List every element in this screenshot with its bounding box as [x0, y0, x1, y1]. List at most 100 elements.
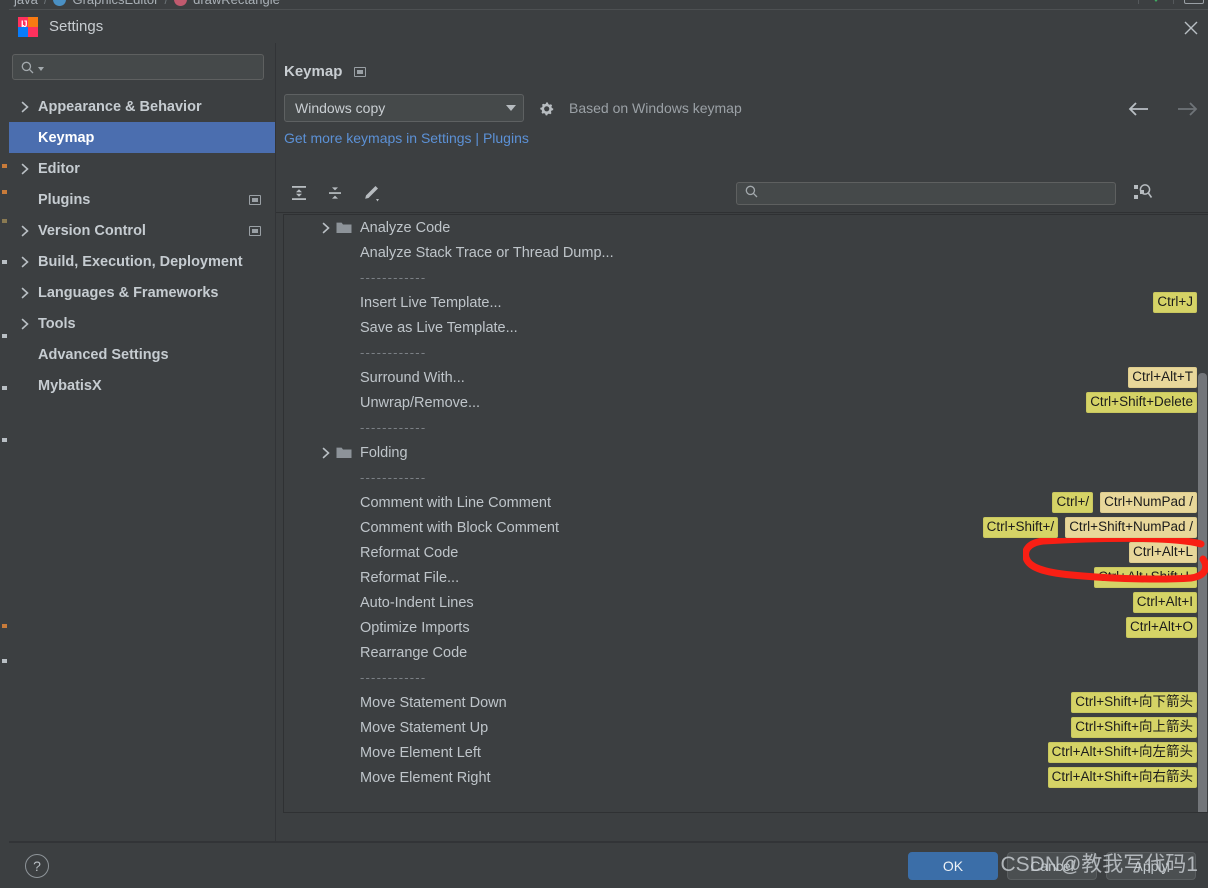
action-name: Move Element Right: [360, 769, 491, 786]
chevron-right-icon[interactable]: [20, 101, 38, 113]
actions-row[interactable]: Move Statement Up Ctrl+Shift+向上箭头: [284, 715, 1208, 740]
gutter-mark-1: [2, 164, 7, 168]
collapse-all-icon[interactable]: [324, 182, 346, 204]
separator-label: ------------: [360, 270, 427, 285]
get-more-keymaps-link[interactable]: Get more keymaps in Settings | Plugins: [276, 122, 1208, 146]
actions-row[interactable]: Rearrange Code: [284, 640, 1208, 665]
action-name: Auto-Indent Lines: [360, 594, 474, 611]
chevron-right-icon[interactable]: [20, 163, 38, 175]
arrow-right-icon[interactable]: [1174, 101, 1198, 117]
sidebar-item-mybatisx[interactable]: MybatisX: [9, 370, 275, 401]
maximize-icon[interactable]: [1184, 0, 1204, 4]
filter-box[interactable]: [736, 182, 1116, 205]
sidebar-item-plugins[interactable]: Plugins: [9, 184, 275, 215]
sidebar-item-languages-frameworks[interactable]: Languages & Frameworks: [9, 277, 275, 308]
folder-icon: [336, 446, 352, 459]
action-name: Optimize Imports: [360, 619, 470, 636]
shortcut-badge[interactable]: Ctrl+Alt+Shift+向左箭头: [1047, 742, 1197, 763]
settings-group-icon: [249, 194, 261, 205]
apply-button[interactable]: Apply: [1106, 851, 1196, 880]
actions-row[interactable]: Insert Live Template... Ctrl+J: [284, 290, 1208, 315]
shortcut-badge[interactable]: Ctrl+Alt+I: [1132, 592, 1197, 613]
find-shortcut-icon[interactable]: [1131, 181, 1153, 203]
search-input[interactable]: [48, 59, 255, 75]
shortcut-badge[interactable]: Ctrl+Alt+L: [1128, 542, 1197, 563]
sidebar-item-editor[interactable]: Editor: [9, 153, 275, 184]
gear-icon[interactable]: [538, 100, 555, 117]
shortcut-group: Ctrl+Alt+O: [1125, 617, 1197, 638]
actions-vertical-scrollbar[interactable]: [1198, 373, 1207, 812]
download-icon[interactable]: [1149, 0, 1163, 2]
close-icon[interactable]: [1182, 19, 1200, 37]
shortcut-group: Ctrl+Alt+I: [1132, 592, 1197, 613]
actions-row[interactable]: Save as Live Template...: [284, 315, 1208, 340]
actions-scroll-area: Analyze Code Analyze Stack Trace or Threa…: [284, 215, 1208, 812]
actions-row[interactable]: Analyze Code: [284, 215, 1208, 240]
breadcrumb: java / GraphicsEditor / drawRectangle: [0, 0, 280, 7]
arrow-left-icon[interactable]: [1128, 101, 1152, 117]
actions-tree-panel[interactable]: Analyze Code Analyze Stack Trace or Threa…: [283, 214, 1208, 813]
gutter-mark-8: [2, 624, 7, 628]
edit-pencil-icon[interactable]: [360, 182, 382, 204]
shortcut-badge[interactable]: Ctrl+Shift+/: [982, 517, 1059, 538]
actions-row[interactable]: Move Element Right Ctrl+Alt+Shift+向右箭头: [284, 765, 1208, 790]
actions-row[interactable]: Comment with Line Comment Ctrl+/ Ctrl+NumP…: [284, 490, 1208, 515]
shortcut-badge[interactable]: Ctrl+Shift+NumPad /: [1065, 517, 1197, 538]
keymap-scheme-select[interactable]: Windows copy: [284, 94, 524, 122]
filter-input[interactable]: [766, 186, 1107, 201]
shortcut-badge[interactable]: Ctrl+NumPad /: [1100, 492, 1197, 513]
chevron-right-icon[interactable]: [20, 256, 38, 268]
shortcut-badge[interactable]: Ctrl+Alt+Shift+L: [1094, 567, 1197, 588]
search-box[interactable]: [12, 54, 264, 80]
shortcut-badge[interactable]: Ctrl+Alt+T: [1128, 367, 1197, 388]
sidebar-item-advanced-settings[interactable]: Advanced Settings: [9, 339, 275, 370]
search-icon: [745, 185, 758, 203]
actions-row[interactable]: Auto-Indent Lines Ctrl+Alt+I: [284, 590, 1208, 615]
gutter-mark-4: [2, 260, 7, 264]
sidebar-item-build-execution-deployment[interactable]: Build, Execution, Deployment: [9, 246, 275, 277]
actions-row[interactable]: Folding: [284, 440, 1208, 465]
keymap-scheme-row: Windows copy Based on Windows keymap: [276, 80, 1208, 122]
sidebar-item-keymap[interactable]: Keymap: [9, 122, 275, 153]
keymap-toolbar: [276, 173, 1208, 213]
breadcrumb-item-0[interactable]: java: [14, 0, 38, 7]
shortcut-badge[interactable]: Ctrl+Shift+Delete: [1086, 392, 1197, 413]
help-button[interactable]: ?: [25, 853, 49, 878]
shortcut-badge[interactable]: Ctrl+J: [1153, 292, 1197, 313]
sidebar-item-tools[interactable]: Tools: [9, 308, 275, 339]
shortcut-badge[interactable]: Ctrl+/: [1052, 492, 1094, 513]
expand-all-icon[interactable]: [288, 182, 310, 204]
cancel-button[interactable]: Cancel: [1007, 851, 1097, 880]
keymap-panel: Keymap Windows copy Based on Windows key…: [276, 43, 1208, 843]
chevron-right-icon[interactable]: [284, 222, 336, 234]
actions-row[interactable]: Reformat Code Ctrl+Alt+L: [284, 540, 1208, 565]
actions-row[interactable]: Surround With... Ctrl+Alt+T: [284, 365, 1208, 390]
separator-label: ------------: [360, 670, 427, 685]
actions-row[interactable]: Optimize Imports Ctrl+Alt+O: [284, 615, 1208, 640]
shortcut-badge[interactable]: Ctrl+Alt+O: [1125, 617, 1197, 638]
shortcut-group: Ctrl+/ Ctrl+NumPad /: [1052, 492, 1197, 513]
chevron-right-icon[interactable]: [20, 287, 38, 299]
shortcut-badge[interactable]: Ctrl+Alt+Shift+向右箭头: [1047, 767, 1197, 788]
chevron-right-icon[interactable]: [20, 225, 38, 237]
actions-row[interactable]: Unwrap/Remove... Ctrl+Shift+Delete: [284, 390, 1208, 415]
actions-row[interactable]: Move Statement Down Ctrl+Shift+向下箭头: [284, 690, 1208, 715]
sidebar-item-version-control[interactable]: Version Control: [9, 215, 275, 246]
actions-row[interactable]: Reformat File... Ctrl+Alt+Shift+L: [284, 565, 1208, 590]
breadcrumb-item-1[interactable]: GraphicsEditor: [72, 0, 158, 7]
ok-button[interactable]: OK: [908, 851, 998, 880]
sidebar-item-appearance-behavior[interactable]: Appearance & Behavior: [9, 91, 275, 122]
chevron-right-icon[interactable]: [284, 447, 336, 459]
search-dropdown-caret-icon[interactable]: [38, 67, 44, 71]
shortcut-badge[interactable]: Ctrl+Shift+向上箭头: [1071, 717, 1197, 738]
actions-row[interactable]: Move Element Left Ctrl+Alt+Shift+向左箭头: [284, 740, 1208, 765]
action-name: Rearrange Code: [360, 644, 468, 661]
breadcrumb-item-2[interactable]: drawRectangle: [193, 0, 280, 7]
shortcut-badge[interactable]: Ctrl+Shift+向下箭头: [1071, 692, 1197, 713]
actions-row[interactable]: Analyze Stack Trace or Thread Dump...: [284, 240, 1208, 265]
actions-row[interactable]: Comment with Block Comment Ctrl+Shift+/Ct…: [284, 515, 1208, 540]
toolbar-icon-group: [276, 182, 382, 204]
keymap-settings-icon[interactable]: [354, 66, 367, 77]
action-name: Move Statement Down: [360, 694, 507, 711]
chevron-right-icon[interactable]: [20, 318, 38, 330]
